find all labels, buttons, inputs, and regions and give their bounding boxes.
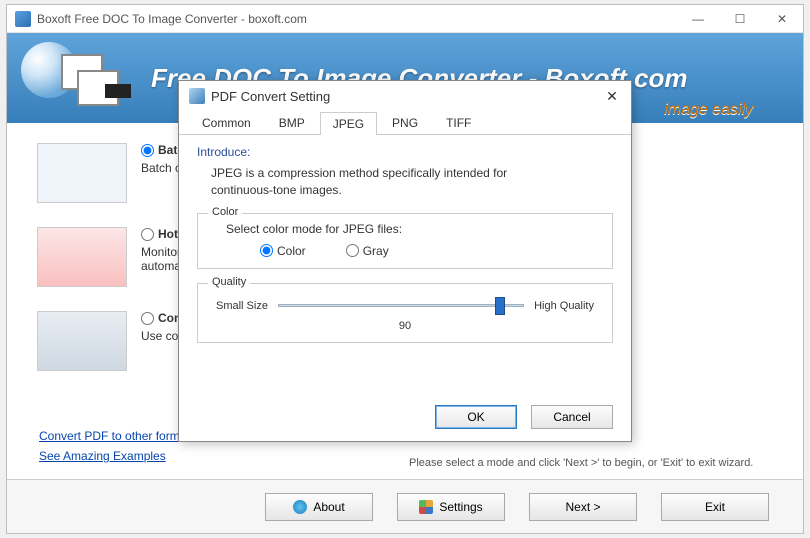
app-icon [15, 11, 31, 27]
hot-mode-icon [37, 227, 127, 287]
quality-min-label: Small Size [216, 300, 268, 312]
hot-mode-radio-input[interactable] [141, 228, 154, 241]
wizard-hint: Please select a mode and click 'Next >' … [409, 457, 753, 469]
exit-button[interactable]: Exit [661, 493, 769, 521]
settings-button[interactable]: Settings [397, 493, 505, 521]
quality-legend: Quality [208, 276, 250, 288]
quality-slider[interactable] [278, 296, 524, 316]
about-button[interactable]: About [265, 493, 373, 521]
dialog-app-icon [189, 88, 205, 104]
settings-icon [419, 500, 433, 514]
gray-radio[interactable]: Gray [346, 244, 389, 258]
tab-bmp[interactable]: BMP [266, 111, 318, 134]
link-examples[interactable]: See Amazing Examples [39, 449, 196, 463]
quality-fieldset: Quality Small Size High Quality 90 [197, 283, 613, 343]
dialog-title: PDF Convert Setting [211, 89, 330, 104]
link-convert-pdf[interactable]: Convert PDF to other formats [39, 429, 196, 443]
close-button[interactable]: ✕ [761, 5, 803, 33]
tab-png[interactable]: PNG [379, 111, 431, 134]
quality-slider-thumb[interactable] [495, 297, 505, 315]
exit-button-label: Exit [705, 500, 725, 514]
pdf-convert-setting-dialog: PDF Convert Setting ✕ Common BMP JPEG PN… [178, 80, 632, 442]
settings-button-label: Settings [439, 500, 482, 514]
color-fieldset: Color Select color mode for JPEG files: … [197, 213, 613, 269]
color-radio-label: Color [277, 244, 306, 258]
gray-radio-input[interactable] [346, 244, 359, 257]
dialog-titlebar: PDF Convert Setting ✕ [179, 81, 631, 111]
banner-art [21, 38, 131, 118]
dialog-tabs: Common BMP JPEG PNG TIFF [179, 111, 631, 135]
about-button-label: About [313, 500, 344, 514]
titlebar: Boxoft Free DOC To Image Converter - box… [7, 5, 803, 33]
tab-tiff[interactable]: TIFF [433, 111, 484, 134]
batch-mode-radio-input[interactable] [141, 144, 154, 157]
color-mode-label: Select color mode for JPEG files: [226, 222, 600, 236]
info-icon [293, 500, 307, 514]
ok-button[interactable]: OK [435, 405, 517, 429]
quality-max-label: High Quality [534, 300, 594, 312]
maximize-button[interactable]: ☐ [719, 5, 761, 33]
cancel-button[interactable]: Cancel [531, 405, 613, 429]
banner-subtitle: image easily [664, 101, 753, 119]
introduce-text: JPEG is a compression method specificall… [211, 165, 571, 199]
minimize-button[interactable]: — [677, 5, 719, 33]
next-button-label: Next > [565, 500, 600, 514]
window-title: Boxoft Free DOC To Image Converter - box… [37, 12, 307, 26]
dialog-close-button[interactable]: ✕ [593, 84, 631, 108]
tab-common[interactable]: Common [189, 111, 264, 134]
tab-jpeg[interactable]: JPEG [320, 112, 377, 135]
next-button[interactable]: Next > [529, 493, 637, 521]
cmd-mode-icon [37, 311, 127, 371]
introduce-label: Introduce: [197, 145, 613, 159]
color-legend: Color [208, 206, 242, 218]
color-radio[interactable]: Color [260, 244, 306, 258]
cmd-mode-radio-input[interactable] [141, 312, 154, 325]
bottom-toolbar: About Settings Next > Exit [7, 479, 803, 533]
gray-radio-label: Gray [363, 244, 389, 258]
quality-value: 90 [210, 320, 600, 332]
batch-mode-icon [37, 143, 127, 203]
color-radio-input[interactable] [260, 244, 273, 257]
